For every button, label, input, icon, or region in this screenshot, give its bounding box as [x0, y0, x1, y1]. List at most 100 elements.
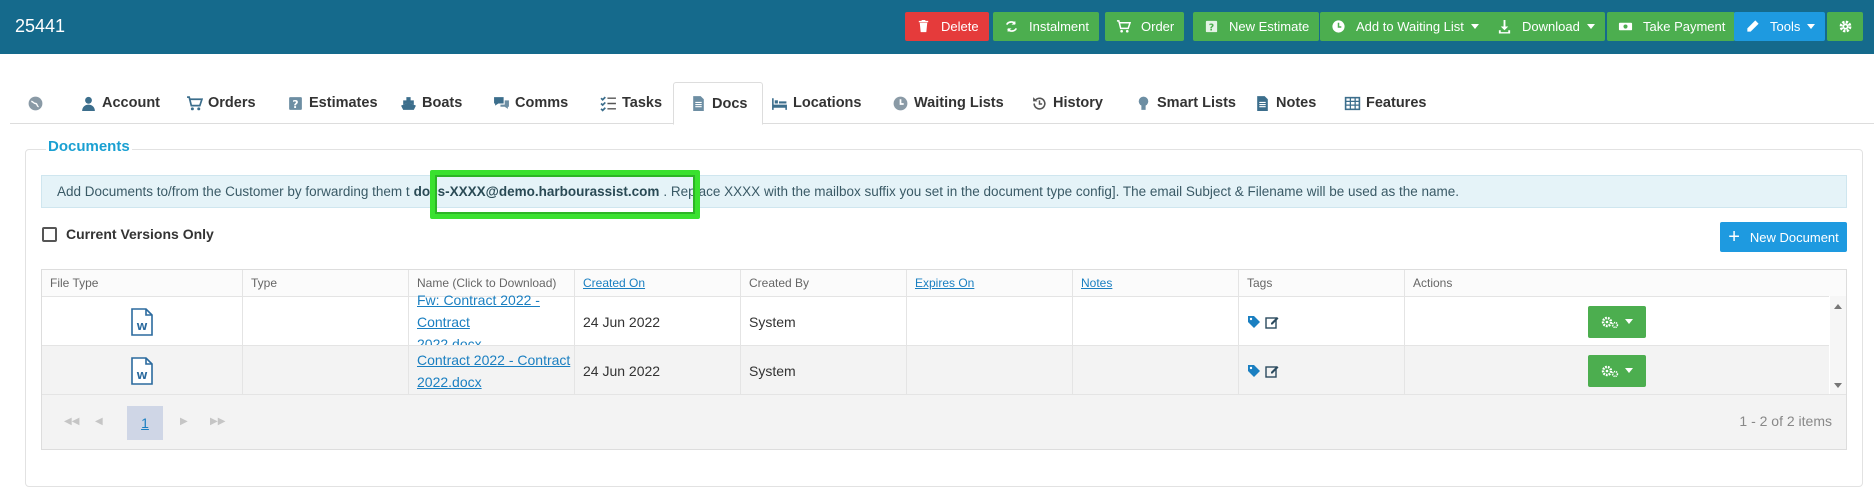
created-on-cell: 24 Jun 2022 — [575, 346, 741, 395]
download-link[interactable]: Contract 2022 - Contract 2022.docx — [417, 349, 570, 393]
tab-overview[interactable] — [26, 82, 49, 124]
scroll-up-icon[interactable] — [1834, 304, 1842, 309]
word-icon: W — [131, 307, 153, 336]
bed-icon — [770, 94, 788, 112]
col-actions: Actions — [1405, 270, 1846, 296]
tab-estimates[interactable]: ? Estimates — [286, 82, 378, 124]
tab-docs[interactable]: Docs — [673, 82, 764, 125]
lightbulb-icon — [1134, 94, 1152, 112]
current-versions-checkbox[interactable]: Current Versions Only — [42, 226, 214, 242]
clock-icon — [891, 94, 909, 112]
word-icon: W — [131, 356, 153, 385]
svg-text:?: ? — [1208, 22, 1213, 33]
tab-features[interactable]: Features — [1343, 82, 1426, 124]
svg-text:W: W — [136, 322, 147, 333]
chevron-down-icon — [1807, 24, 1816, 29]
checkbox-label: Current Versions Only — [66, 226, 214, 242]
created-on-cell: 24 Jun 2022 — [575, 297, 741, 346]
cart-icon — [1115, 19, 1131, 35]
comments-icon — [492, 94, 510, 112]
current-page-button[interactable]: 1 — [127, 406, 163, 440]
tab-comms[interactable]: Comms — [492, 82, 568, 124]
settings-button[interactable] — [1827, 12, 1863, 41]
ship-icon — [399, 94, 417, 112]
first-page-icon[interactable]: ◀◀ — [64, 416, 79, 427]
download-icon — [1496, 19, 1512, 35]
col-created-by: Created By — [741, 270, 907, 296]
plus-icon: + — [1728, 226, 1740, 248]
documents-grid: File Type Type Name (Click to Download) … — [41, 269, 1847, 450]
tab-waiting-lists[interactable]: Waiting Lists — [891, 82, 1004, 124]
col-expires-on[interactable]: Expires On — [907, 270, 1073, 296]
tab-bar: Account Orders ? Estimates Boats Comms T… — [10, 82, 1874, 125]
name-cell: Contract 2022 - Contract 2022.docx — [409, 346, 575, 395]
new-document-button[interactable]: + New Document — [1720, 222, 1847, 252]
chevron-down-icon — [1625, 368, 1633, 373]
edit-icon[interactable] — [1265, 364, 1279, 378]
email-highlight-box — [430, 170, 700, 219]
next-page-icon[interactable]: ▶ — [180, 416, 188, 427]
tab-history[interactable]: History — [1030, 82, 1103, 124]
panel-title: Documents — [46, 138, 132, 155]
svg-text:?: ? — [292, 97, 298, 110]
tab-locations[interactable]: Locations — [770, 82, 861, 124]
file-icon — [689, 95, 707, 113]
actions-cell — [1405, 297, 1829, 346]
table-icon — [1343, 94, 1361, 112]
instalment-button[interactable]: Instalment — [993, 12, 1099, 41]
record-id-title: 25441 — [15, 16, 66, 36]
tab-boats[interactable]: Boats — [399, 82, 462, 124]
question-icon: ? — [1203, 19, 1219, 35]
col-notes[interactable]: Notes — [1073, 270, 1239, 296]
trash-icon — [915, 19, 931, 35]
add-to-waiting-list-button[interactable]: Add to Waiting List — [1320, 12, 1489, 41]
created-by-cell: System — [741, 297, 907, 346]
col-created-on[interactable]: Created On — [575, 270, 741, 296]
tags-cell — [1239, 297, 1405, 346]
row-actions-button[interactable] — [1588, 305, 1646, 338]
tag-icon[interactable] — [1247, 315, 1261, 329]
type-cell — [243, 297, 409, 346]
col-type: Type — [243, 270, 409, 296]
gears-icon — [1601, 316, 1619, 328]
scroll-down-icon[interactable] — [1834, 383, 1842, 388]
grid-scrollbar[interactable] — [1830, 296, 1846, 394]
take-payment-button[interactable]: Take Payment — [1607, 12, 1736, 41]
money-icon — [1617, 19, 1633, 35]
table-row: W Fw: Contract 2022 - Contract 2022.docx … — [42, 292, 1829, 352]
pager-info: 1 - 2 of 2 items — [1739, 413, 1832, 429]
created-by-cell: System — [741, 346, 907, 395]
tab-orders[interactable]: Orders — [185, 82, 256, 124]
type-cell — [243, 346, 409, 395]
file-type-cell: W — [42, 346, 243, 395]
tab-account[interactable]: Account — [79, 82, 160, 124]
pencil-icon — [1744, 19, 1760, 35]
pager: ◀◀ ◀ 1 ▶ ▶▶ 1 - 2 of 2 items — [42, 394, 1846, 449]
tab-tasks[interactable]: Tasks — [599, 82, 662, 124]
globe-icon — [26, 94, 44, 112]
tasks-icon — [599, 94, 617, 112]
tag-icon[interactable] — [1247, 364, 1261, 378]
row-actions-button[interactable] — [1588, 354, 1646, 387]
last-page-icon[interactable]: ▶▶ — [210, 416, 225, 427]
actions-cell — [1405, 346, 1829, 395]
chevron-down-icon — [1470, 24, 1479, 29]
info-banner: Add Documents to/from the Customer by fo… — [41, 175, 1847, 208]
chevron-down-icon — [1625, 319, 1633, 324]
gear-icon — [1837, 19, 1853, 35]
tools-button[interactable]: Tools — [1734, 12, 1826, 41]
tab-smart-lists[interactable]: Smart Lists — [1134, 82, 1236, 124]
prev-page-icon[interactable]: ◀ — [95, 416, 103, 427]
expires-on-cell — [907, 297, 1073, 346]
user-icon — [79, 94, 97, 112]
checkbox-box[interactable] — [42, 226, 57, 242]
notes-cell — [1073, 297, 1239, 346]
delete-button[interactable]: Delete — [905, 12, 989, 41]
tab-notes[interactable]: Notes — [1253, 82, 1316, 124]
new-estimate-button[interactable]: ? New Estimate — [1193, 12, 1320, 41]
order-button[interactable]: Order — [1105, 12, 1185, 41]
edit-icon[interactable] — [1265, 315, 1279, 329]
cart-icon — [185, 94, 203, 112]
download-button[interactable]: Download — [1486, 12, 1605, 41]
question-icon: ? — [286, 94, 304, 112]
